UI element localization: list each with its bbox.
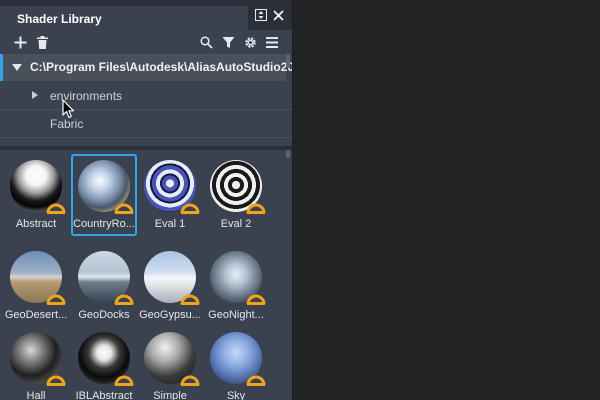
- tree-scrollbar[interactable]: [286, 54, 290, 68]
- collapse-arrow-icon[interactable]: [12, 64, 22, 71]
- shader-label: CountryRo...: [73, 218, 135, 230]
- shader-label: GeoNight...: [208, 309, 264, 321]
- pin-button[interactable]: [254, 8, 268, 22]
- delete-button[interactable]: [35, 35, 49, 49]
- viewport-background: [292, 0, 600, 400]
- library-path-row[interactable]: C:\Program Files\Autodesk\AliasAutoStudi…: [0, 54, 292, 81]
- preset-badge-icon: [114, 294, 134, 305]
- shader-item[interactable]: CountryRo...: [71, 154, 137, 236]
- library-tree: C:\Program Files\Autodesk\AliasAutoStudi…: [0, 54, 292, 146]
- shader-grid: Abstract CountryRo... Eval 1 Eval 2 GeoDeser…: [0, 150, 292, 400]
- shader-label: IBLAbstract: [75, 390, 133, 400]
- shader-label: Eval 1: [154, 218, 186, 230]
- shader-item[interactable]: Hall: [3, 326, 69, 400]
- add-icon: [14, 36, 26, 48]
- preset-badge-icon: [180, 203, 200, 214]
- preset-badge-icon: [246, 375, 266, 386]
- settings-button[interactable]: [243, 35, 257, 49]
- shader-item[interactable]: Sky: [203, 326, 269, 400]
- search-button[interactable]: [199, 35, 213, 49]
- preset-badge-icon: [114, 375, 134, 386]
- shader-label: GeoGypsu...: [139, 309, 201, 321]
- shader-item[interactable]: GeoGypsu...: [137, 245, 203, 327]
- shader-item[interactable]: GeoDesert...: [3, 245, 69, 327]
- shader-item[interactable]: GeoDocks: [71, 245, 137, 327]
- panel-title: Shader Library: [17, 12, 102, 26]
- add-button[interactable]: [13, 35, 27, 49]
- shader-item[interactable]: Simple: [137, 326, 203, 400]
- shader-item[interactable]: IBLAbstract: [71, 326, 137, 400]
- tree-item-label: environments: [50, 89, 123, 103]
- shader-item[interactable]: Eval 2: [203, 154, 269, 236]
- shader-label: Sky: [226, 390, 246, 400]
- tree-item-fabric[interactable]: Fabric: [0, 110, 292, 138]
- expand-arrow-icon[interactable]: [32, 91, 38, 99]
- preset-badge-icon: [46, 375, 66, 386]
- grid-scrollbar[interactable]: [286, 150, 290, 158]
- preset-badge-icon: [180, 375, 200, 386]
- shader-library-panel: Shader Library C:\Program Files\Autodesk…: [0, 0, 292, 400]
- shader-item[interactable]: Eval 1: [137, 154, 203, 236]
- menu-icon: [266, 36, 278, 48]
- selection-accent: [0, 54, 3, 81]
- preset-badge-icon: [246, 294, 266, 305]
- preset-badge-icon: [46, 294, 66, 305]
- shader-label: GeoDesert...: [4, 309, 68, 321]
- shader-label: Simple: [153, 390, 187, 400]
- pin-icon: [255, 9, 267, 21]
- preset-badge-icon: [180, 294, 200, 305]
- shader-label: Eval 2: [220, 218, 252, 230]
- menu-button[interactable]: [265, 35, 279, 49]
- filter-button[interactable]: [221, 35, 235, 49]
- tree-item-environments[interactable]: environments: [0, 82, 292, 110]
- preset-badge-icon: [114, 203, 134, 214]
- close-button[interactable]: [271, 8, 285, 22]
- search-icon: [199, 35, 213, 49]
- shader-label: GeoDocks: [78, 309, 130, 321]
- library-path: C:\Program Files\Autodesk\AliasAutoStudi…: [30, 60, 292, 74]
- panel-tab[interactable]: Shader Library: [0, 6, 248, 30]
- tree-item-label: Fabric: [50, 117, 84, 131]
- gear-icon: [244, 36, 256, 48]
- preset-badge-icon: [46, 203, 66, 214]
- toolbar: [0, 30, 292, 54]
- filter-icon: [222, 36, 234, 48]
- mouse-cursor-icon: [62, 99, 75, 119]
- shader-label: Hall: [26, 390, 46, 400]
- trash-icon: [36, 35, 48, 49]
- shader-item[interactable]: GeoNight...: [203, 245, 269, 327]
- shader-label: Abstract: [15, 218, 57, 230]
- shader-item[interactable]: Abstract: [3, 154, 69, 236]
- title-bar: Shader Library: [0, 0, 292, 30]
- preset-badge-icon: [246, 203, 266, 214]
- close-icon: [272, 9, 284, 21]
